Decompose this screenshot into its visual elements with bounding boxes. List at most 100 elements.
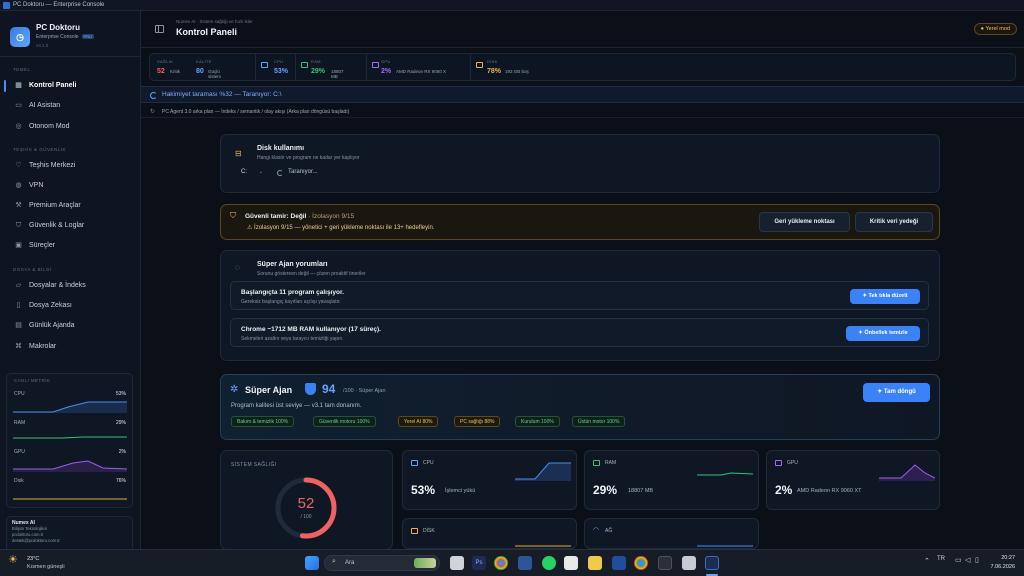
sidebar-item-label: Kontrol Paneli xyxy=(29,82,77,89)
network-icon[interactable]: ▭ xyxy=(955,556,962,564)
weather-icon: ☀ xyxy=(8,554,18,566)
lang-indicator[interactable]: TR xyxy=(937,556,945,562)
task-view-icon[interactable] xyxy=(450,556,464,570)
refresh-icon: ↻ xyxy=(150,109,156,115)
critical-backup-button[interactable]: Kritik veri yedeği xyxy=(855,212,933,232)
stat-sub: AMD Radeon RX 9060 X xyxy=(396,69,447,74)
metric-label: RAM xyxy=(605,460,617,466)
super-agent-card: ✲ Süper Ajan 94 /100 · Süper Ajan Progra… xyxy=(220,374,940,440)
sidebar-divider xyxy=(0,56,140,57)
sidebar-item-ai-asistan[interactable]: ▭ AI Asistan xyxy=(0,97,140,115)
taskbar-search[interactable]: ⌕ Ara xyxy=(324,555,440,571)
sidebar-item-kontrol-paneli[interactable]: ▦ Kontrol Paneli xyxy=(0,77,140,95)
drive-icon: ⊟ xyxy=(235,149,242,158)
calendar-icon: ▤ xyxy=(15,322,22,329)
user-card[interactable]: Numex AI Bilişim Teknolojileri pcdoktoru… xyxy=(6,516,133,552)
sidebar-item-teshis-merkezi[interactable]: ♡ Teşhis Merkezi xyxy=(0,157,140,175)
cpu-icon xyxy=(411,460,418,466)
stat-sub: 18807 MB xyxy=(331,69,344,79)
mode-badge[interactable]: ● Yerel mod xyxy=(973,23,1017,35)
sidebar-item-makrolar[interactable]: ⌘ Makrolar xyxy=(0,338,140,356)
terminal-icon[interactable] xyxy=(658,556,672,570)
super-agent-title: Süper Ajan xyxy=(245,385,293,395)
metric-value: 2% xyxy=(775,483,793,497)
gpu-sparkline xyxy=(13,460,127,472)
quick-fix-label: Tek tıkla düzelt xyxy=(868,293,908,299)
sidebar-toggle-icon[interactable] xyxy=(155,25,164,33)
sidebar-item-label: Premium Araçlar xyxy=(29,202,81,209)
sparkle-icon: ✦ xyxy=(877,389,884,395)
chrome-icon[interactable] xyxy=(494,556,508,570)
full-cycle-label: Tam döngü xyxy=(883,389,916,395)
disk-card-sparkline xyxy=(515,545,571,547)
package-icon[interactable] xyxy=(564,556,578,570)
search-icon: ⌕ xyxy=(332,558,336,565)
metric-ram-label: RAM xyxy=(14,420,26,426)
clock-time[interactable]: 20:27 xyxy=(985,555,1015,561)
clock-date[interactable]: 7.06.2026 xyxy=(983,564,1015,570)
start-button[interactable] xyxy=(305,556,319,570)
restore-point-button[interactable]: Geri yükleme noktası xyxy=(759,212,850,232)
sidebar-item-label: Süreçler xyxy=(29,242,56,249)
powershell-icon[interactable] xyxy=(612,556,626,570)
weather-temp: 23°C xyxy=(27,556,40,562)
chrome-profile-icon[interactable] xyxy=(634,556,648,570)
capability-pill: Güvenlik motoru 100% xyxy=(313,416,376,427)
agent-status-line: ↻ PC Agent 3.0 arka plan — İndeks / sema… xyxy=(141,106,1024,118)
gpu-icon xyxy=(775,460,782,466)
brand-subtitle-text: Enterprise Console xyxy=(36,34,79,40)
app-icon[interactable] xyxy=(518,556,532,570)
app-icon-2[interactable] xyxy=(682,556,696,570)
safe-repair-card: ⛉ Güvenli tamir: Değil · İzolasyon 9/15 … xyxy=(220,204,940,240)
stat-value: 52 xyxy=(157,68,165,75)
clear-cache-label: Önbellek temizle xyxy=(864,330,908,336)
stat-value: 53% xyxy=(274,68,289,75)
sidebar-item-dosya-zekasi[interactable]: ▯ Dosya Zekası xyxy=(0,297,140,315)
window-titlebar: PC Doktoru — Enterprise Console xyxy=(0,0,1024,11)
drive-select[interactable]: C: ⌄ xyxy=(235,166,267,179)
sidebar-item-surecler[interactable]: ▣ Süreçler xyxy=(0,237,140,255)
volume-icon[interactable]: ◁ xyxy=(965,556,970,564)
loading-icon xyxy=(277,170,283,176)
repair-title-text: Güvenli tamir: Değil xyxy=(245,213,307,220)
full-cycle-button[interactable]: ✦ Tam döngü xyxy=(863,383,930,402)
user-email: destek@pcdoktoru.com.tr xyxy=(12,538,60,543)
battery-icon[interactable]: ▯ xyxy=(975,556,979,564)
health-value: 52 xyxy=(297,495,315,512)
metric-disk-value: 76% xyxy=(115,478,126,484)
breadcrumb: Numex AI · Sistem sağlığı ve hızlı ikler xyxy=(176,19,253,24)
stat-ram: RAM 29% 18807 MB xyxy=(295,54,344,80)
sidebar-item-gunluk-ajanda[interactable]: ▤ Günlük Ajanda xyxy=(0,317,140,335)
sidebar-item-premium-araclar[interactable]: ⚒ Premium Araçlar xyxy=(0,197,140,215)
stat-value: 80 xyxy=(196,68,204,75)
metric-cpu-value: 53% xyxy=(115,391,126,397)
super-agent-score: 94 xyxy=(322,382,336,396)
sidebar-item-dosyalar-indeks[interactable]: ▱ Dosyalar & İndeks xyxy=(0,277,140,295)
stat-label: DİSK xyxy=(487,59,498,64)
sidebar-item-vpn[interactable]: ◍ VPN xyxy=(0,177,140,195)
whatsapp-icon[interactable] xyxy=(542,556,556,570)
super-agent-desc: Program kalitesi üst seviye — v3.1 tam d… xyxy=(231,403,362,409)
photoshop-icon[interactable]: Ps xyxy=(472,556,486,570)
stats-bar: SAĞLIK 52 Kritik KALİTE 80 Güçlü sistem … xyxy=(149,53,1016,81)
metric-value: 29% xyxy=(593,483,618,497)
cpu-card-sparkline xyxy=(515,462,571,481)
stat-sub: Kritik xyxy=(170,69,180,74)
network-card-sparkline xyxy=(697,545,753,547)
stat-sub: Güçlü sistem xyxy=(208,69,222,79)
file-explorer-icon[interactable] xyxy=(588,556,602,570)
sidebar-item-otonom-mod[interactable]: ◎ Otonom Mod xyxy=(0,118,140,136)
chevron-up-icon[interactable]: ⌃ xyxy=(924,557,930,565)
clear-cache-button[interactable]: ✦ Önbellek temizle xyxy=(846,326,920,341)
drive-select-value: C: xyxy=(241,169,247,175)
metric-label: CPU xyxy=(423,460,434,466)
network-metric-card: ◠ AĞ xyxy=(584,518,759,549)
page-header: Numex AI · Sistem sağlığı ve hızlı ikler… xyxy=(141,11,1024,48)
pc-doktoru-taskbar-icon[interactable] xyxy=(705,556,719,570)
quick-fix-button[interactable]: ✦ Tek tıkla düzelt xyxy=(850,289,920,304)
bolt-icon: ◎ xyxy=(15,123,22,130)
brand-subtitle: Enterprise Console PRO xyxy=(36,34,95,40)
sidebar-item-guvenlik-loglar[interactable]: ⛉ Güvenlik & Loglar xyxy=(0,217,140,235)
stat-cpu: CPU 53% xyxy=(255,54,288,80)
gpu-metric-card: GPU 2% AMD Radeon RX 9060 XT xyxy=(766,450,940,510)
